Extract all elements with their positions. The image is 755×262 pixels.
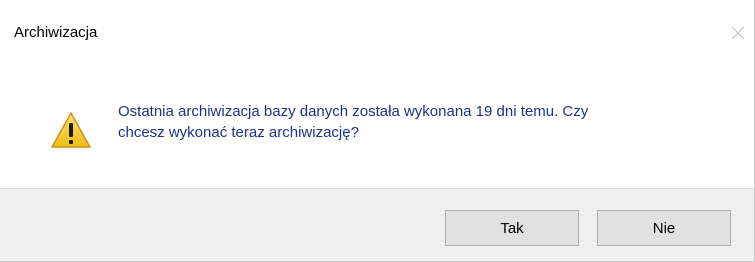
yes-button[interactable]: Tak bbox=[445, 210, 579, 246]
title-bar: Archiwizacja bbox=[0, 0, 754, 44]
close-button[interactable] bbox=[726, 22, 750, 44]
no-button[interactable]: Nie bbox=[597, 210, 731, 246]
window-title: Archiwizacja bbox=[14, 24, 98, 41]
close-icon bbox=[731, 26, 745, 40]
warning-icon bbox=[51, 112, 91, 148]
button-bar: Tak Nie bbox=[0, 188, 754, 261]
message-line-1: Ostatnia archiwizacja bazy danych został… bbox=[118, 103, 589, 120]
dialog-message: Ostatnia archiwizacja bazy danych został… bbox=[118, 101, 718, 143]
message-dialog: Archiwizacja Ostatnia archiwizacja bazy … bbox=[0, 0, 755, 262]
dialog-content: Ostatnia archiwizacja bazy danych został… bbox=[0, 44, 754, 188]
message-line-2: chcesz wykonać teraz archiwizację? bbox=[118, 124, 359, 141]
